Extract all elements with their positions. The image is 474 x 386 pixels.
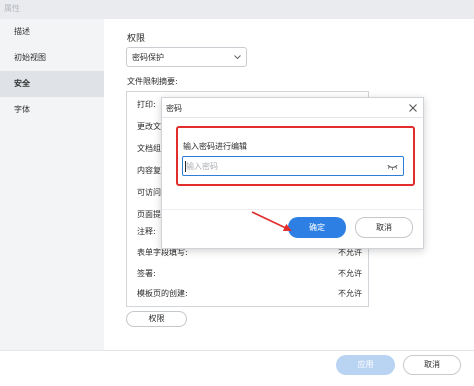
security-method-select[interactable]: 密码保护 <box>126 47 247 67</box>
sidebar-item-description[interactable]: 描述 <box>0 19 104 45</box>
password-prompt: 输入密码进行编辑 <box>183 142 247 151</box>
permission-key: 页面提 <box>137 210 161 219</box>
permission-key: 文档组 <box>137 144 161 153</box>
password-dialog-title: 密码 <box>166 104 182 113</box>
title-bar: 属性 <box>0 0 474 19</box>
security-method-value: 密码保护 <box>132 53 164 62</box>
permission-value: 不允许 <box>338 289 362 298</box>
permission-key: 内容复 <box>137 166 161 175</box>
cancel-button[interactable]: 取消 <box>403 355 461 375</box>
password-input[interactable]: 输入密码 <box>182 156 404 176</box>
sidebar-item-initial-view[interactable]: 初始视图 <box>0 45 104 71</box>
permission-row: 模板页的创建: 不允许 <box>137 288 362 302</box>
close-icon[interactable] <box>408 103 418 113</box>
section-title: 权限 <box>127 34 146 44</box>
permission-key: 打印: <box>137 100 156 109</box>
summary-label: 文件限制摘要: <box>127 77 178 86</box>
confirm-button[interactable]: 确定 <box>288 217 346 238</box>
permission-key: 可访问 <box>137 188 161 197</box>
permissions-button[interactable]: 权限 <box>126 311 187 327</box>
sidebar-item-fonts[interactable]: 字体 <box>0 97 104 123</box>
dialog-cancel-button[interactable]: 取消 <box>355 217 413 238</box>
sidebar: 描述 初始视图 安全 字体 <box>0 19 104 350</box>
permission-key: 注释: <box>137 227 156 236</box>
divider <box>162 209 423 210</box>
permission-value: 不允许 <box>338 269 362 278</box>
permission-row: 签署: 不允许 <box>137 268 362 282</box>
sidebar-item-security[interactable]: 安全 <box>0 71 104 97</box>
password-placeholder: 输入密码 <box>186 162 218 171</box>
permission-key: 签署: <box>137 269 156 278</box>
password-dialog-header: 密码 <box>162 98 423 118</box>
eye-closed-icon[interactable] <box>387 163 398 171</box>
chevron-down-icon <box>234 55 241 60</box>
permission-row: 表单字段填写: 不允许 <box>137 247 362 261</box>
permission-key: 更改文 <box>137 122 161 131</box>
password-dialog: 密码 输入密码进行编辑 输入密码 确定 取消 <box>161 97 424 249</box>
window-title: 属性 <box>4 4 20 13</box>
text-caret <box>185 161 186 172</box>
permission-key: 模板页的创建: <box>137 289 188 298</box>
apply-button[interactable]: 应用 <box>336 355 395 375</box>
